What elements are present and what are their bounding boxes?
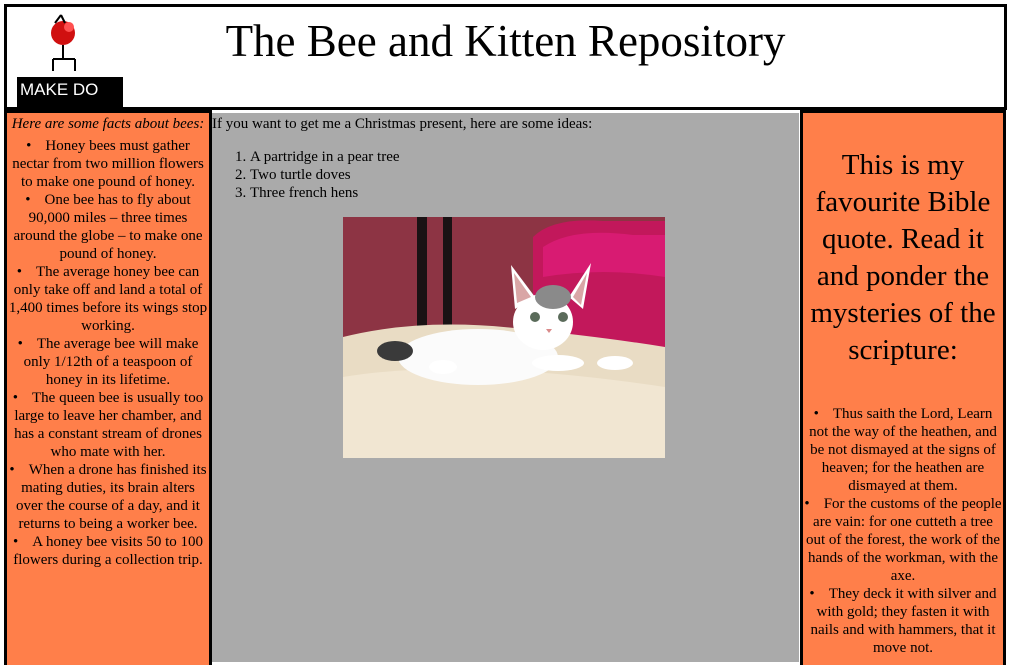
list-item: • A honey bee visits 50 to 100 flowers du… bbox=[8, 533, 208, 569]
bullet-icon: • bbox=[25, 192, 31, 208]
gift-ideas-list: A partridge in a pear tree Two turtle do… bbox=[212, 148, 799, 202]
list-item: • For the customs of the people are vain:… bbox=[804, 495, 1002, 585]
list-item: Two turtle doves bbox=[250, 166, 799, 184]
verse-text: They deck it with silver and with gold; … bbox=[810, 586, 997, 656]
list-item: • Honey bees must gather nectar from two … bbox=[8, 137, 208, 191]
bee-facts-list: • Honey bees must gather nectar from two … bbox=[7, 137, 209, 569]
bee-facts-panel: Here are some facts about bees: • Honey b… bbox=[4, 110, 212, 665]
kitten-photo bbox=[343, 217, 665, 458]
site-header: MAKE DO The Bee and Kitten Repository bbox=[4, 4, 1007, 110]
bullet-icon: • bbox=[26, 138, 32, 154]
bullet-icon: • bbox=[17, 336, 23, 352]
bullet-icon: • bbox=[813, 406, 819, 422]
christmas-ideas-panel: If you want to get me a Christmas presen… bbox=[212, 113, 799, 662]
list-item: • The average bee will make only 1/12th o… bbox=[8, 335, 208, 389]
verse-text: For the customs of the people are vain: … bbox=[805, 496, 1002, 584]
list-item: Three french hens bbox=[250, 184, 799, 202]
fact-text: When a drone has finished its mating dut… bbox=[16, 462, 207, 532]
fact-text: A honey bee visits 50 to 100 flowers dur… bbox=[13, 534, 204, 568]
fact-text: The queen bee is usually too large to le… bbox=[14, 390, 204, 460]
list-item: A partridge in a pear tree bbox=[250, 148, 799, 166]
bullet-icon: • bbox=[9, 462, 15, 478]
page: MAKE DO The Bee and Kitten Repository He… bbox=[0, 0, 1012, 665]
gift-intro: If you want to get me a Christmas presen… bbox=[212, 116, 593, 132]
fact-text: Honey bees must gather nectar from two m… bbox=[12, 138, 204, 190]
bible-quote-heading: This is my favourite Bible quote. Read i… bbox=[810, 149, 996, 366]
bible-verses-list: • Thus saith the Lord, Learn not the way … bbox=[803, 405, 1003, 657]
logo-label: MAKE DO bbox=[17, 77, 123, 107]
bible-quote-panel: This is my favourite Bible quote. Read i… bbox=[800, 110, 1006, 665]
fact-text: The average honey bee can only take off … bbox=[8, 264, 208, 334]
fact-text: The average bee will make only 1/12th of… bbox=[23, 336, 199, 388]
verse-text: Thus saith the Lord, Learn not the way o… bbox=[809, 406, 997, 494]
list-item: • The queen bee is usually too large to l… bbox=[8, 389, 208, 461]
fact-text: One bee has to fly about 90,000 miles – … bbox=[13, 192, 203, 262]
list-item: • Thus saith the Lord, Learn not the way … bbox=[804, 405, 1002, 495]
site-title: The Bee and Kitten Repository bbox=[225, 16, 786, 66]
bullet-icon: • bbox=[12, 534, 19, 550]
list-item: • When a drone has finished its mating du… bbox=[8, 461, 208, 533]
bullet-icon: • bbox=[809, 586, 815, 602]
list-item: • The average honey bee can only take off… bbox=[8, 263, 208, 335]
bullet-icon: • bbox=[804, 496, 810, 512]
bullet-icon: • bbox=[12, 390, 19, 406]
list-item: • One bee has to fly about 90,000 miles –… bbox=[8, 191, 208, 263]
list-item: • They deck it with silver and with gold;… bbox=[804, 585, 1002, 657]
bee-facts-heading: Here are some facts about bees: bbox=[11, 116, 205, 132]
bullet-icon: • bbox=[16, 264, 22, 280]
